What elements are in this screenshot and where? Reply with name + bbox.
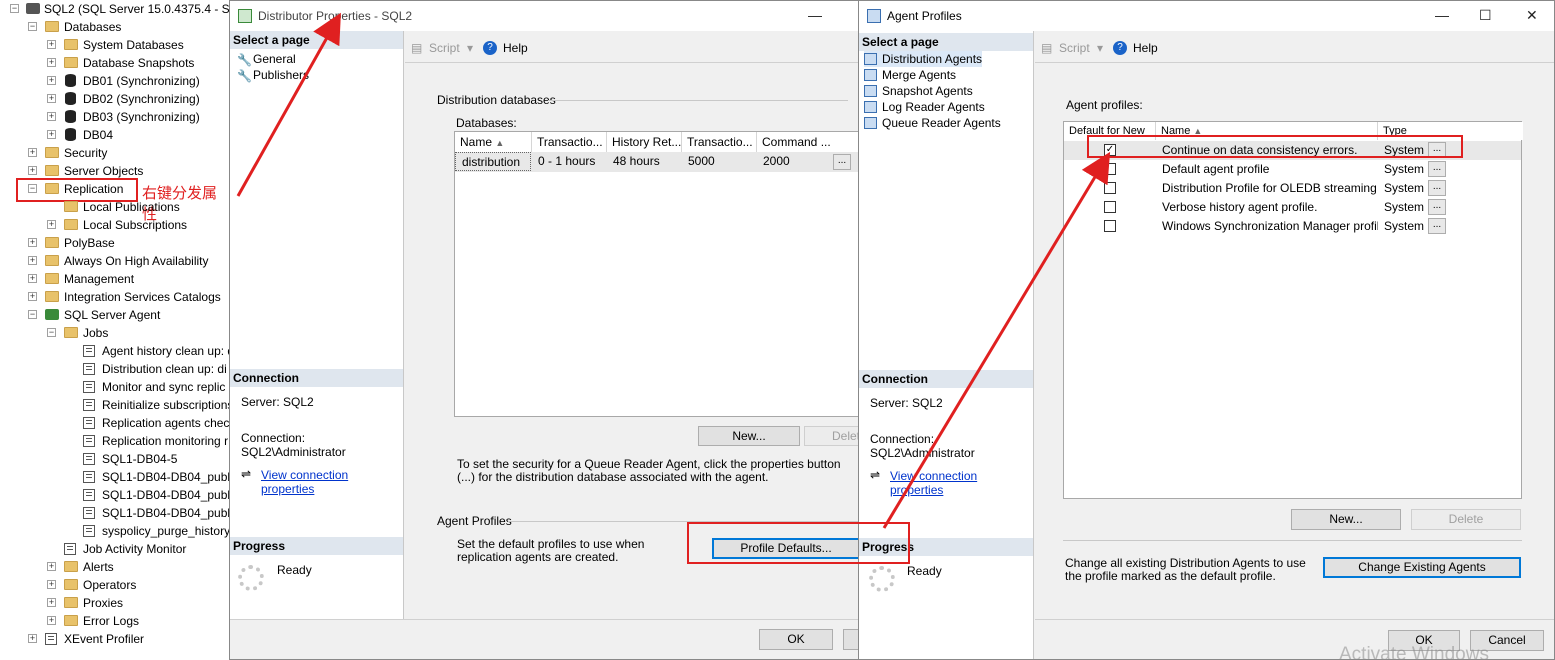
annotation-arrows <box>236 12 1111 529</box>
arrow-to-agent-profile <box>882 151 1111 529</box>
arrow-to-distributor <box>236 12 341 197</box>
